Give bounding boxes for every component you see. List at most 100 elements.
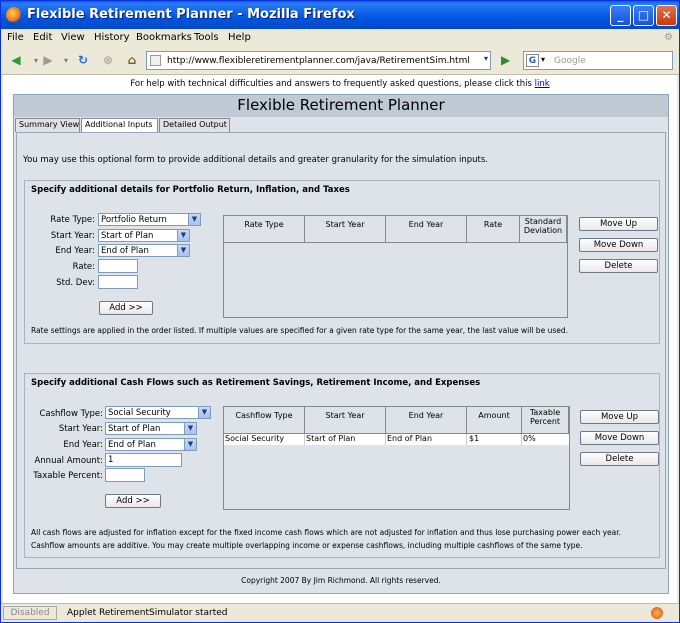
home-icon[interactable]: ⌂ [123, 52, 141, 70]
chevron-down-icon: ▼ [188, 214, 200, 225]
menu-history[interactable]: History [94, 32, 130, 43]
rates-move-up-button[interactable]: Move Up [579, 217, 658, 231]
table-row[interactable]: Social Security Start of Plan End of Pla… [224, 434, 569, 445]
chevron-down-icon: ▼ [184, 423, 196, 434]
tab-additional-inputs[interactable]: Additional Inputs [81, 118, 158, 132]
rate-type-value: Portfolio Return [101, 215, 167, 225]
rate-label: Rate: [72, 262, 95, 272]
tab-detailed-output[interactable]: Detailed Output [159, 118, 230, 132]
col-amount: Amount [467, 407, 522, 434]
chevron-down-icon: ▼ [177, 230, 189, 241]
help-text: For help with technical difficulties and… [130, 79, 532, 89]
cell-cashflow-type: Social Security [224, 434, 305, 445]
rate-start-year-label: Start Year: [50, 231, 95, 241]
status-text: Applet RetirementSimulator started [67, 608, 228, 618]
cashflow-start-year-select[interactable]: Start of Plan ▼ [105, 422, 197, 435]
title-bar: Flexible Retirement Planner - Mozilla Fi… [1, 1, 679, 29]
menu-bar: File Edit View History Bookmarks Tools H… [1, 29, 679, 47]
cell-taxable-percent: 0% [523, 434, 536, 443]
rate-type-select[interactable]: Portfolio Return ▼ [98, 213, 201, 226]
additional-inputs-panel: You may use this optional form to provid… [16, 132, 666, 569]
url-bar[interactable]: http://www.flexibleretirementplanner.com… [146, 51, 491, 70]
cashflows-table: Cashflow Type Start Year End Year Amount… [223, 406, 570, 510]
taxable-percent-input[interactable] [105, 468, 145, 482]
menu-bookmarks[interactable]: Bookmarks [136, 32, 192, 43]
page-content: For help with technical difficulties and… [3, 75, 677, 603]
rates-table: Rate Type Start Year End Year Rate Stand… [223, 215, 568, 318]
rate-start-year-select[interactable]: Start of Plan ▼ [98, 229, 190, 242]
cashflows-group: Specify additional Cash Flows such as Re… [24, 373, 660, 558]
rate-end-year-select[interactable]: End of Plan ▼ [98, 244, 190, 257]
chevron-down-icon: ▼ [184, 439, 196, 450]
search-box[interactable]: G ▾ Google [523, 51, 673, 70]
cashflow-type-label: Cashflow Type: [39, 409, 103, 419]
url-text: http://www.flexibleretirementplanner.com… [167, 56, 470, 66]
status-bar: Disabled Applet RetirementSimulator star… [1, 603, 679, 622]
cashflow-end-year-label: End Year: [63, 440, 103, 450]
rates-delete-button[interactable]: Delete [579, 259, 658, 273]
menu-edit[interactable]: Edit [33, 32, 52, 43]
rate-input[interactable] [98, 259, 138, 273]
minimize-button[interactable]: _ [610, 5, 631, 26]
search-engine-dropdown-icon[interactable]: ▾ [541, 55, 545, 64]
forward-dropdown-icon[interactable]: ▾ [57, 52, 75, 70]
maximize-button[interactable]: □ [633, 5, 654, 26]
chevron-down-icon: ▼ [198, 407, 210, 418]
cashflow-type-select[interactable]: Social Security ▼ [105, 406, 211, 419]
col-standard-deviation: Standard Deviation [520, 216, 567, 243]
cell-start-year: Start of Plan [305, 434, 386, 445]
menu-tools[interactable]: Tools [194, 32, 219, 43]
chevron-down-icon: ▼ [177, 245, 189, 256]
intro-text: You may use this optional form to provid… [23, 155, 489, 165]
stop-icon[interactable]: ⊗ [99, 52, 117, 70]
google-icon[interactable]: G [526, 54, 539, 67]
go-icon[interactable]: ▶ [501, 53, 510, 67]
help-link[interactable]: link [535, 79, 550, 89]
rate-start-year-value: Start of Plan [101, 231, 154, 241]
cashflows-delete-button[interactable]: Delete [580, 452, 659, 466]
menu-view[interactable]: View [61, 32, 85, 43]
forward-icon[interactable]: ▶ [39, 52, 57, 70]
retirement-applet: Flexible Retirement Planner Summary View… [13, 94, 669, 594]
window-title: Flexible Retirement Planner - Mozilla Fi… [27, 7, 355, 22]
col-rate: Rate [467, 216, 520, 243]
close-button[interactable]: ✕ [656, 5, 677, 26]
navigation-toolbar: ◀ ▾ ▶ ▾ ↻ ⊗ ⌂ http://www.flexibleretirem… [1, 47, 679, 75]
cashflows-move-up-button[interactable]: Move Up [580, 410, 659, 424]
throbber-icon: ⚙ [664, 32, 673, 43]
cell-end-year: End of Plan [386, 434, 467, 445]
cell-amount: $1 [467, 434, 522, 445]
cashflows-title: Specify additional Cash Flows such as Re… [31, 378, 481, 388]
disabled-indicator: Disabled [3, 606, 57, 620]
tab-summary-view[interactable]: Summary View [15, 118, 80, 132]
url-dropdown-icon[interactable]: ▾ [484, 54, 488, 63]
rate-type-label: Rate Type: [50, 215, 95, 225]
back-icon[interactable]: ◀ [7, 52, 25, 70]
cashflow-type-value: Social Security [108, 408, 171, 418]
rates-note: Rate settings are applied in the order l… [31, 326, 568, 335]
rates-add-button[interactable]: Add >> [99, 301, 153, 315]
menu-help[interactable]: Help [228, 32, 251, 43]
annual-amount-input[interactable]: 1 [105, 453, 182, 467]
cashflows-move-down-button[interactable]: Move Down [580, 431, 659, 445]
page-icon [150, 55, 161, 66]
col-end-year: End Year [386, 407, 467, 434]
reload-icon[interactable]: ↻ [74, 52, 92, 70]
app-title: Flexible Retirement Planner [14, 95, 668, 117]
cashflow-start-year-value: Start of Plan [108, 424, 161, 434]
search-placeholder: Google [554, 56, 586, 66]
cashflows-add-button[interactable]: Add >> [105, 494, 161, 508]
menu-file[interactable]: File [7, 32, 24, 43]
annual-amount-label: Annual Amount: [34, 456, 103, 466]
cashflow-end-year-value: End of Plan [108, 440, 156, 450]
help-line: For help with technical difficulties and… [3, 79, 677, 89]
col-rate-type: Rate Type [224, 216, 305, 243]
std-dev-input[interactable] [98, 275, 138, 289]
rates-move-down-button[interactable]: Move Down [579, 238, 658, 252]
firefox-icon [6, 7, 22, 23]
cashflow-end-year-select[interactable]: End of Plan ▼ [105, 438, 197, 451]
col-taxable-percent: Taxable Percent [522, 407, 569, 434]
std-dev-label: Std. Dev: [56, 278, 95, 288]
browser-window: Flexible Retirement Planner - Mozilla Fi… [0, 0, 680, 623]
col-cashflow-type: Cashflow Type [224, 407, 305, 434]
